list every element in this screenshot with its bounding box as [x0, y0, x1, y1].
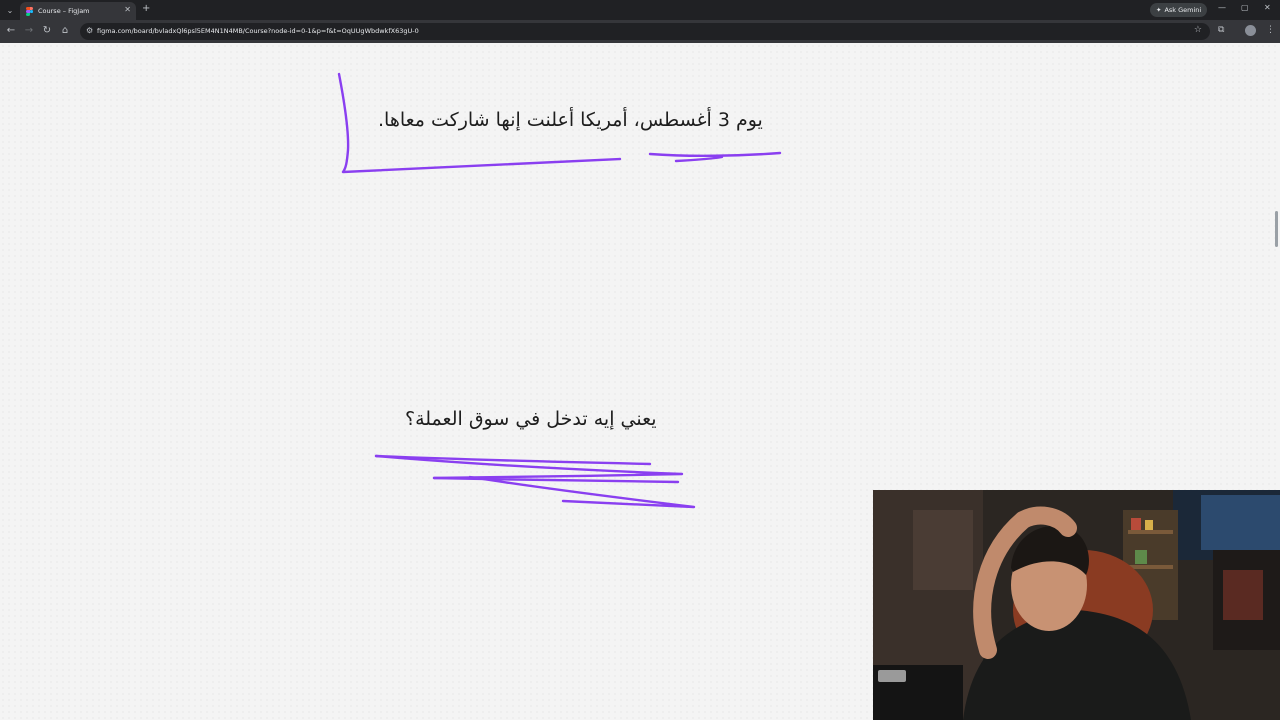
canvas-scrollbar[interactable]	[1275, 211, 1278, 247]
figma-logo-icon	[26, 6, 33, 16]
close-window-icon[interactable]: ✕	[1264, 3, 1271, 12]
gemini-icon: ✦	[1156, 6, 1162, 14]
marker-stroke-scribble-3	[432, 476, 680, 484]
url-text[interactable]: figma.com/board/bvladxQl6psl5EM4N1N4MB/C…	[97, 27, 419, 35]
forward-icon[interactable]: →	[23, 25, 35, 36]
back-icon[interactable]: ←	[5, 25, 17, 36]
address-bar[interactable]: ⚙ figma.com/board/bvladxQl6psl5EM4N1N4MB…	[80, 23, 1210, 40]
tab-title: Course – FigJam	[38, 7, 90, 15]
reload-icon[interactable]: ↻	[41, 25, 53, 36]
minimize-icon[interactable]: —	[1218, 3, 1226, 12]
star-icon[interactable]: ☆	[1194, 25, 1202, 35]
marker-stroke-bracket	[337, 72, 622, 174]
ask-gemini-label: Ask Gemini	[1164, 6, 1202, 14]
tab-list-button[interactable]: ⌄	[4, 3, 16, 17]
tab-course-figjam[interactable]: Course – FigJam ✕	[20, 2, 136, 20]
ask-gemini-button[interactable]: ✦ Ask Gemini	[1150, 3, 1208, 17]
kebab-menu-icon[interactable]: ⋮	[1266, 25, 1275, 35]
presenter-video	[873, 490, 1280, 720]
webcam-overlay	[873, 490, 1280, 720]
puzzle-icon[interactable]: ⧉	[1218, 25, 1224, 35]
marker-stroke-scribble-2	[374, 454, 684, 480]
tab-strip: ⌄ Course – FigJam ✕ + ✦ Ask Gemini — ▢ ✕	[0, 0, 1280, 20]
marker-stroke-underline-right	[648, 151, 782, 158]
browser-toolbar: ← → ↻ ⌂ ⚙ figma.com/board/bvladxQl6psl5E…	[0, 20, 1280, 43]
chevron-down-icon: ⌄	[6, 5, 14, 15]
avatar-icon[interactable]	[1245, 25, 1256, 36]
close-icon[interactable]: ✕	[124, 5, 131, 14]
marker-stroke-arrow	[674, 155, 724, 163]
maximize-icon[interactable]: ▢	[1241, 3, 1249, 12]
tune-icon[interactable]: ⚙	[86, 26, 93, 35]
new-tab-button[interactable]: +	[142, 3, 150, 14]
home-icon[interactable]: ⌂	[59, 25, 71, 36]
